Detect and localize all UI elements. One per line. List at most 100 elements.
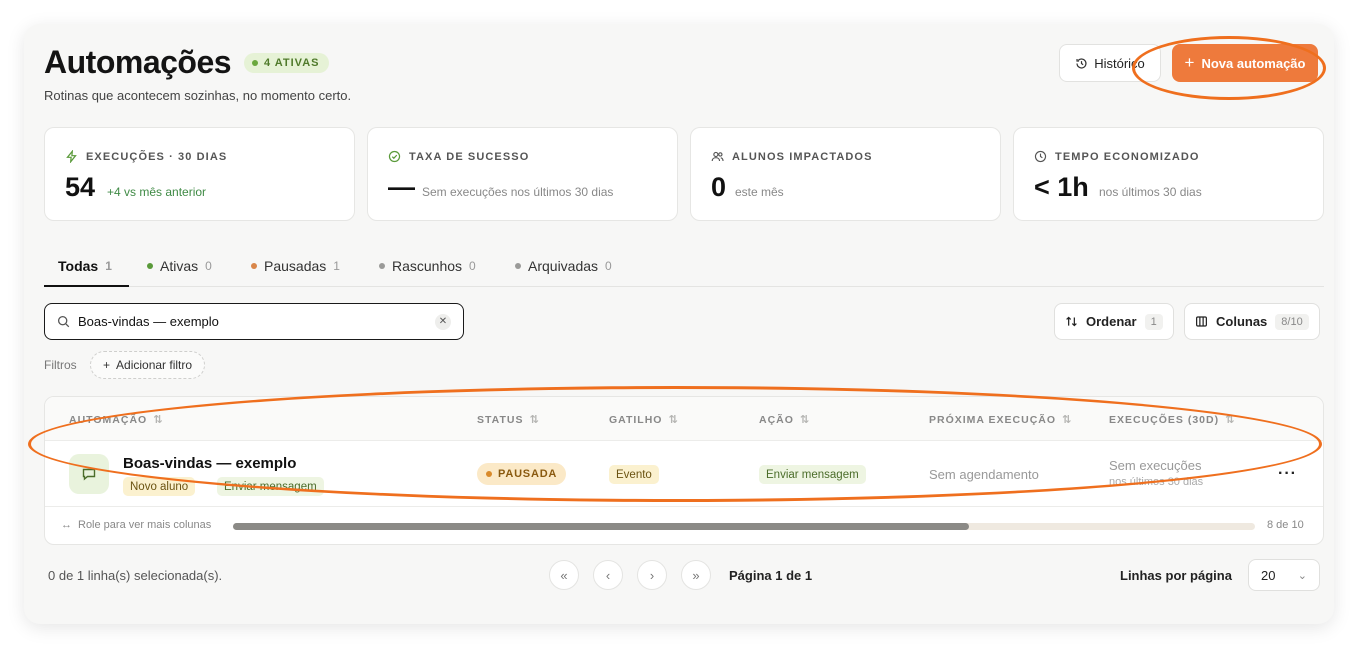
message-icon bbox=[69, 454, 109, 494]
tab-pausadas[interactable]: Pausadas 1 bbox=[251, 258, 340, 274]
scroll-hint: ↔ Role para ver mais colunas bbox=[61, 519, 211, 531]
horizontal-scroll: ↔ Role para ver mais colunas 8 de 10 bbox=[45, 507, 1323, 544]
next-page-button[interactable]: › bbox=[637, 560, 667, 590]
executions-cell: Sem execuções bbox=[1109, 458, 1202, 473]
more-options-icon[interactable]: ··· bbox=[1278, 465, 1297, 483]
add-filter-label: Adicionar filtro bbox=[116, 358, 193, 372]
stat-sub: Sem execuções nos últimos 30 dias bbox=[422, 185, 614, 199]
columns-count: 8/10 bbox=[1275, 313, 1309, 330]
first-page-button[interactable]: « bbox=[549, 560, 579, 590]
page-subtitle: Rotinas que acontecem sozinhas, no momen… bbox=[44, 88, 352, 103]
stat-label-row: TEMPO ECONOMIZADO bbox=[1034, 150, 1200, 163]
double-chevron-right-icon: » bbox=[692, 567, 700, 583]
chevron-down-icon: ⌄ bbox=[1297, 569, 1307, 582]
filters-label: Filtros bbox=[44, 358, 77, 372]
stat-card-time-saved: TEMPO ECONOMIZADO < 1h nos últimos 30 di… bbox=[1013, 127, 1324, 221]
stat-sub: nos últimos 30 dias bbox=[1099, 185, 1202, 199]
active-tab-indicator bbox=[44, 285, 129, 287]
history-icon bbox=[1076, 57, 1087, 69]
rows-per-page-label: Linhas por página bbox=[1120, 568, 1232, 583]
stat-value: — bbox=[388, 172, 415, 202]
sort-arrows-icon: ⇅ bbox=[1062, 414, 1072, 426]
tab-label: Arquivadas bbox=[528, 258, 599, 274]
status-dot-icon bbox=[252, 60, 258, 66]
executions-sub: nos últimos 30 dias bbox=[1109, 476, 1204, 488]
stat-label-row: ALUNOS IMPACTADOS bbox=[711, 150, 873, 163]
column-header-label: GATILHO bbox=[609, 413, 663, 426]
status-badge: PAUSADA bbox=[477, 463, 567, 485]
column-header-status[interactable]: STATUS ⇅ bbox=[477, 413, 539, 427]
chevron-right-icon: › bbox=[649, 567, 655, 583]
next-run-cell: Sem agendamento bbox=[929, 467, 1039, 482]
last-page-button[interactable]: » bbox=[681, 560, 711, 590]
plus-icon: + bbox=[103, 358, 111, 372]
stat-label: TEMPO ECONOMIZADO bbox=[1055, 150, 1200, 163]
sort-icon bbox=[1066, 316, 1077, 327]
columns-button[interactable]: Colunas 8/10 bbox=[1184, 303, 1320, 340]
column-header-automation[interactable]: AUTOMAÇÃO ⇅ bbox=[69, 413, 162, 427]
action-chip: Enviar mensagem bbox=[759, 465, 866, 484]
column-header-label: EXECUÇÕES (30D) bbox=[1109, 413, 1220, 426]
column-header-trigger[interactable]: GATILHO ⇅ bbox=[609, 413, 678, 427]
scroll-track[interactable] bbox=[233, 523, 1255, 530]
tab-ativas[interactable]: Ativas 0 bbox=[147, 258, 212, 274]
column-header-label: PRÓXIMA EXECUÇÃO bbox=[929, 413, 1057, 426]
status-dot-icon bbox=[147, 263, 153, 269]
page-title: Automações bbox=[44, 44, 232, 80]
tab-label: Rascunhos bbox=[392, 258, 463, 274]
automation-name[interactable]: Boas-vindas — exemplo bbox=[123, 455, 296, 472]
horizontal-arrows-icon: ↔ bbox=[61, 519, 72, 531]
tab-todas[interactable]: Todas 1 bbox=[58, 258, 112, 274]
search-input[interactable] bbox=[78, 314, 427, 329]
column-header-label: AÇÃO bbox=[759, 413, 794, 426]
rows-per-page-select[interactable]: 20 ⌄ bbox=[1248, 559, 1320, 591]
sort-arrows-icon: ⇅ bbox=[529, 414, 539, 426]
prev-page-button[interactable]: ‹ bbox=[593, 560, 623, 590]
column-header-label: AUTOMAÇÃO bbox=[69, 413, 148, 426]
selection-summary: 0 de 1 linha(s) selecionada(s). bbox=[48, 568, 223, 583]
trigger-chip: Evento bbox=[609, 465, 659, 484]
columns-icon bbox=[1196, 316, 1207, 327]
double-chevron-left-icon: « bbox=[560, 567, 568, 583]
bolt-icon bbox=[66, 150, 77, 163]
clear-search-icon[interactable]: ✕ bbox=[435, 313, 451, 330]
page-indicator: Página 1 de 1 bbox=[729, 568, 813, 583]
sort-count: 1 bbox=[1144, 313, 1163, 330]
search-box[interactable]: ✕ bbox=[44, 303, 464, 340]
tab-count: 0 bbox=[205, 259, 212, 273]
table-row[interactable]: Boas-vindas — exemplo Novo aluno Enviar … bbox=[45, 441, 1323, 507]
column-header-next-run[interactable]: PRÓXIMA EXECUÇÃO ⇅ bbox=[929, 413, 1072, 427]
tab-label: Todas bbox=[58, 258, 99, 274]
stat-value: < 1h bbox=[1034, 172, 1089, 202]
new-automation-label: Nova automação bbox=[1201, 55, 1306, 71]
scroll-thumb[interactable] bbox=[233, 523, 969, 530]
history-button[interactable]: Histórico bbox=[1059, 44, 1161, 82]
stat-value: 54 bbox=[65, 172, 96, 202]
sort-label: Ordenar bbox=[1086, 314, 1137, 329]
automations-table: AUTOMAÇÃO ⇅ STATUS ⇅ GATILHO ⇅ AÇÃO ⇅ PRÓXIM… bbox=[44, 396, 1324, 545]
tab-count: 1 bbox=[333, 259, 340, 273]
tab-rascunhos[interactable]: Rascunhos 0 bbox=[379, 258, 476, 274]
sort-arrows-icon: ⇅ bbox=[668, 414, 678, 426]
status-dot-icon bbox=[486, 471, 492, 477]
new-automation-button[interactable]: + Nova automação bbox=[1172, 44, 1318, 82]
stat-label-row: EXECUÇÕES · 30 DIAS bbox=[65, 150, 227, 163]
tab-label: Pausadas bbox=[264, 258, 327, 274]
chevron-left-icon: ‹ bbox=[605, 567, 611, 583]
active-count-label: 4 ATIVAS bbox=[264, 57, 320, 69]
stat-card-success-rate: TAXA DE SUCESSO — Sem execuções nos últi… bbox=[367, 127, 678, 221]
sort-arrows-icon: ⇅ bbox=[799, 414, 810, 426]
stat-label: TAXA DE SUCESSO bbox=[409, 150, 530, 163]
sort-button[interactable]: Ordenar 1 bbox=[1054, 303, 1174, 340]
search-icon bbox=[57, 315, 70, 328]
columns-label: Colunas bbox=[1216, 314, 1268, 329]
column-header-action[interactable]: AÇÃO ⇅ bbox=[759, 413, 810, 427]
rows-per-page-value: 20 bbox=[1261, 567, 1276, 583]
stat-label: EXECUÇÕES · 30 DIAS bbox=[86, 150, 228, 163]
add-filter-button[interactable]: + Adicionar filtro bbox=[90, 351, 206, 379]
column-header-executions[interactable]: EXECUÇÕES (30D) ⇅ bbox=[1109, 413, 1234, 427]
check-circle-icon bbox=[388, 150, 401, 163]
tab-arquivadas[interactable]: Arquivadas 0 bbox=[515, 258, 612, 274]
stat-label: ALUNOS IMPACTADOS bbox=[732, 150, 873, 163]
tab-count: 0 bbox=[469, 259, 476, 273]
